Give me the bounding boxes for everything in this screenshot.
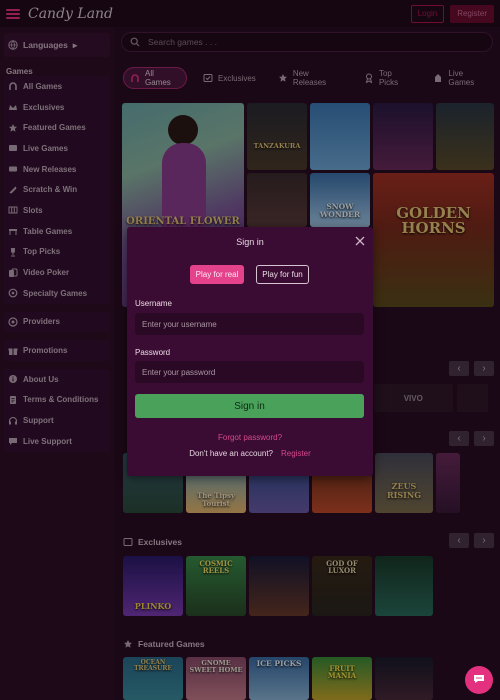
username-label: Username <box>135 299 172 308</box>
chat-icon <box>473 673 485 687</box>
play-for-fun-button[interactable]: Play for fun <box>256 265 309 284</box>
signin-button[interactable]: Sign in <box>135 394 364 418</box>
password-label: Password <box>135 348 171 357</box>
close-icon[interactable] <box>354 235 366 247</box>
live-chat-button[interactable] <box>465 666 493 694</box>
signin-modal: Sign in Play for real Play for fun Usern… <box>127 227 373 476</box>
no-account-row: Don't have an account? Register <box>127 449 373 458</box>
play-for-real-button[interactable]: Play for real <box>190 265 244 284</box>
password-input[interactable] <box>135 361 364 383</box>
no-account-text: Don't have an account? <box>189 449 273 458</box>
forgot-password-link[interactable]: Forgot password? <box>127 433 373 442</box>
register-link[interactable]: Register <box>281 449 311 458</box>
username-input[interactable] <box>135 313 364 335</box>
modal-title: Sign in <box>236 237 264 247</box>
